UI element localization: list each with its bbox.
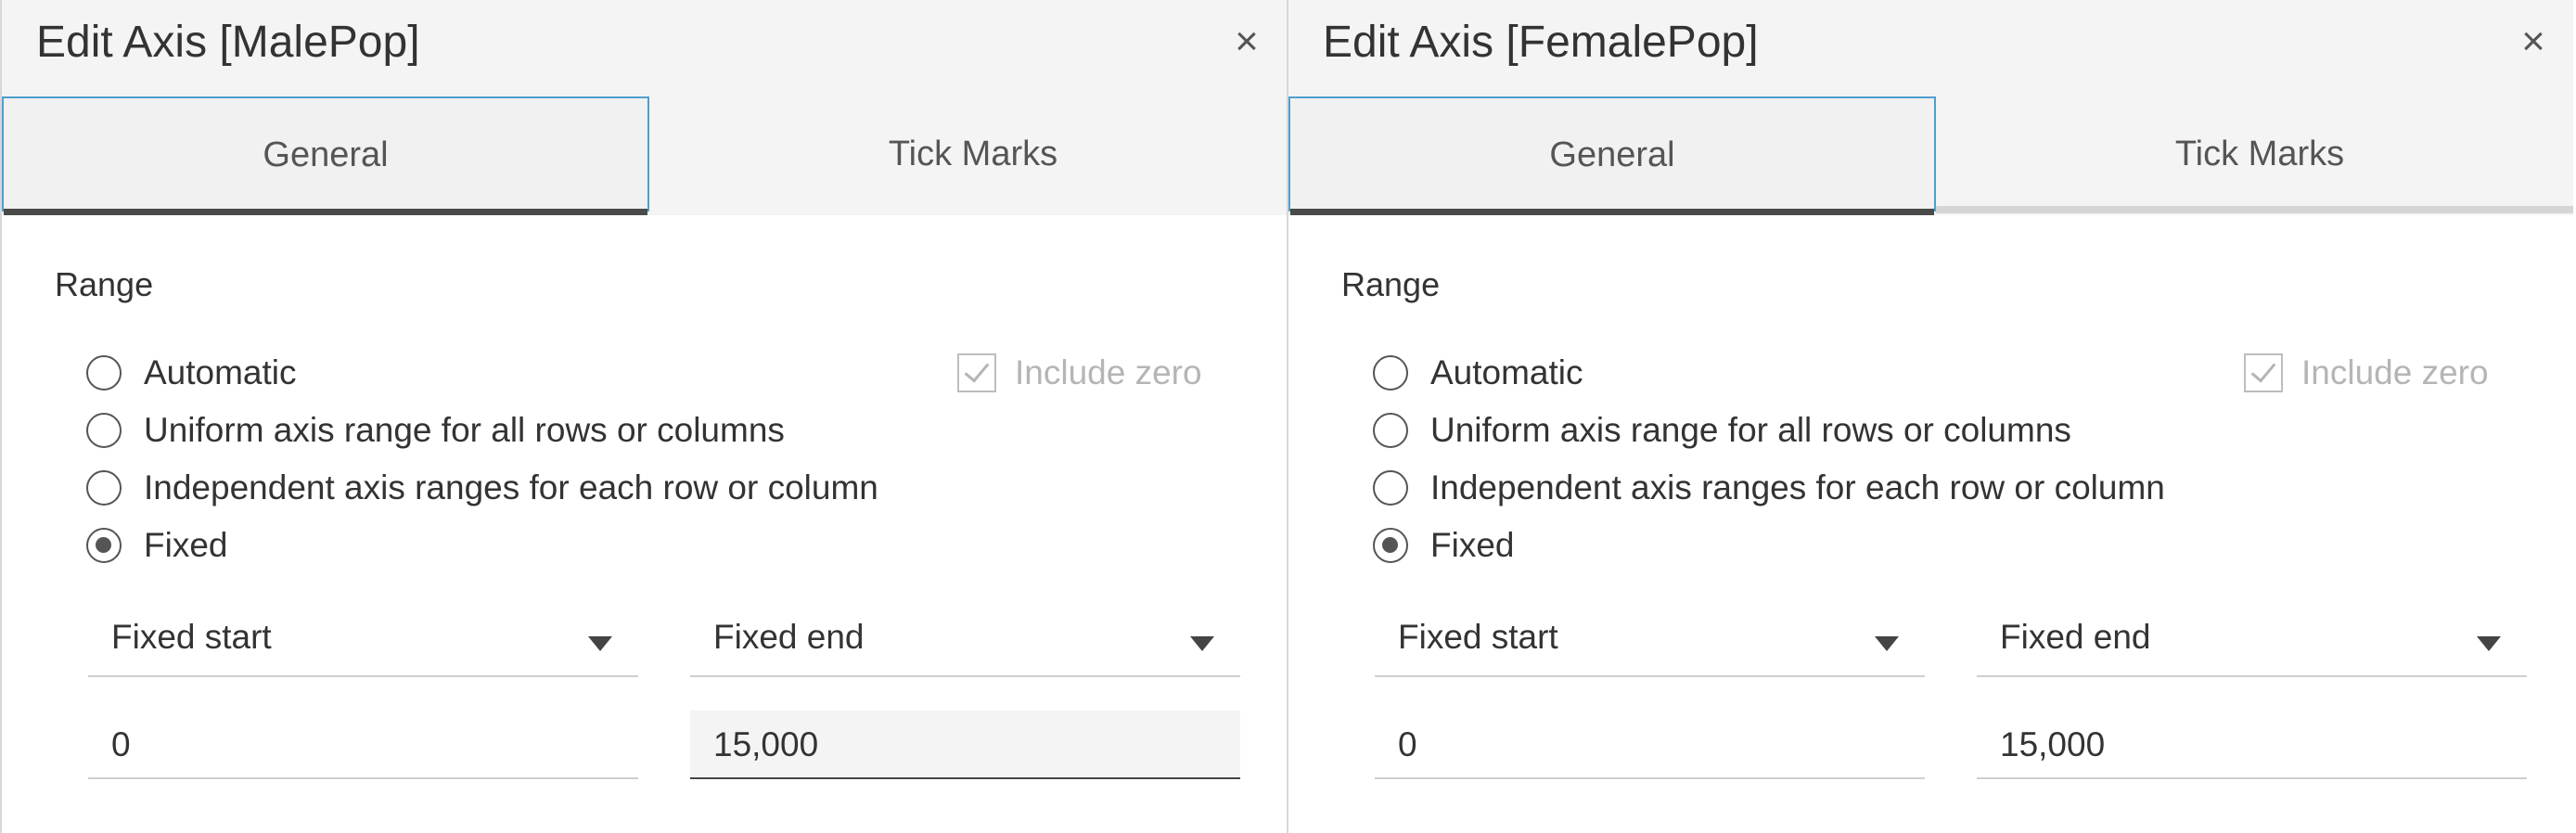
radio-automatic[interactable]: Automatic (1373, 351, 1583, 395)
radio-label: Fixed (144, 526, 228, 564)
radio-label: Automatic (144, 353, 297, 391)
tab-general[interactable]: General (2, 96, 649, 215)
tab-general-label: General (263, 135, 389, 174)
chevron-down-icon (588, 636, 612, 651)
end-value-input[interactable]: 15,000 (690, 711, 1240, 779)
radio-label: Automatic (1430, 353, 1583, 391)
tab-tick-marks[interactable]: Tick Marks (649, 96, 1297, 211)
radio-button[interactable] (86, 413, 122, 448)
radio-fixed[interactable]: Fixed (86, 523, 227, 568)
radio-uniform-axis-range[interactable]: Uniform axis range for all rows or colum… (1373, 408, 2071, 453)
chevron-down-icon (2477, 636, 2501, 651)
input-value: 15,000 (713, 725, 819, 763)
radio-label: Independent axis ranges for each row or … (144, 468, 878, 506)
tab-tick-marks[interactable]: Tick Marks (1936, 96, 2576, 211)
chevron-down-icon (1190, 636, 1214, 651)
edit-axis-dialog-malepop: Edit Axis [MalePop] × General Tick Marks… (0, 0, 1287, 833)
radio-button-selected[interactable] (1373, 528, 1408, 563)
start-value-input[interactable]: 0 (1375, 711, 1925, 779)
fixed-start-dropdown[interactable]: Fixed start (88, 612, 638, 677)
dropdown-value: Fixed start (1398, 618, 1558, 656)
radio-button[interactable] (86, 470, 122, 506)
chevron-down-icon (1875, 636, 1899, 651)
tab-tick-marks-label: Tick Marks (2174, 134, 2345, 173)
dropdown-value: Fixed start (111, 618, 272, 656)
fixed-end-dropdown[interactable]: Fixed end (690, 612, 1240, 677)
radio-automatic[interactable]: Automatic (86, 351, 297, 395)
close-icon[interactable]: × (1224, 19, 1270, 65)
input-value: 15,000 (2000, 725, 2106, 763)
include-zero-checkbox[interactable]: Include zero (957, 351, 1202, 395)
tab-rail (1936, 206, 2573, 213)
dialog-header: Edit Axis [FemalePop] × General Tick Mar… (1288, 0, 2573, 215)
include-zero-label: Include zero (1015, 353, 1202, 391)
fixed-start-dropdown[interactable]: Fixed start (1375, 612, 1925, 677)
radio-independent-axis-ranges[interactable]: Independent axis ranges for each row or … (1373, 466, 2165, 510)
radio-button[interactable] (1373, 413, 1408, 448)
range-section-label: Range (1341, 265, 1441, 303)
radio-button[interactable] (86, 355, 122, 391)
dialog-title: Edit Axis [FemalePop] (1323, 18, 1759, 67)
radio-label: Fixed (1430, 526, 1515, 564)
start-value-input[interactable]: 0 (88, 711, 638, 779)
dialog-header: Edit Axis [MalePop] × General Tick Marks (2, 0, 1287, 215)
edit-axis-dialog-femalepop: Edit Axis [FemalePop] × General Tick Mar… (1287, 0, 2573, 833)
radio-button-selected[interactable] (86, 528, 122, 563)
radio-button[interactable] (1373, 355, 1408, 391)
end-value-input[interactable]: 15,000 (1977, 711, 2527, 779)
tab-rail (649, 206, 1287, 213)
radio-button[interactable] (1373, 470, 1408, 506)
include-zero-checkbox[interactable]: Include zero (2244, 351, 2489, 395)
tab-tick-marks-label: Tick Marks (888, 134, 1058, 173)
input-value: 0 (1398, 725, 1417, 763)
input-value: 0 (111, 725, 131, 763)
close-icon[interactable]: × (2510, 19, 2557, 65)
radio-uniform-axis-range[interactable]: Uniform axis range for all rows or colum… (86, 408, 785, 453)
tab-general[interactable]: General (1288, 96, 1936, 215)
radio-independent-axis-ranges[interactable]: Independent axis ranges for each row or … (86, 466, 878, 510)
checkmark-icon[interactable] (2244, 353, 2283, 392)
range-section-label: Range (55, 265, 154, 303)
tab-general-label: General (1549, 135, 1675, 174)
radio-label: Uniform axis range for all rows or colum… (1430, 411, 2071, 449)
dropdown-value: Fixed end (2000, 618, 2151, 656)
checkmark-icon[interactable] (957, 353, 996, 392)
dialog-title: Edit Axis [MalePop] (36, 18, 420, 67)
radio-label: Uniform axis range for all rows or colum… (144, 411, 785, 449)
fixed-end-dropdown[interactable]: Fixed end (1977, 612, 2527, 677)
include-zero-label: Include zero (2301, 353, 2489, 391)
radio-fixed[interactable]: Fixed (1373, 523, 1514, 568)
dropdown-value: Fixed end (713, 618, 865, 656)
radio-label: Independent axis ranges for each row or … (1430, 468, 2165, 506)
